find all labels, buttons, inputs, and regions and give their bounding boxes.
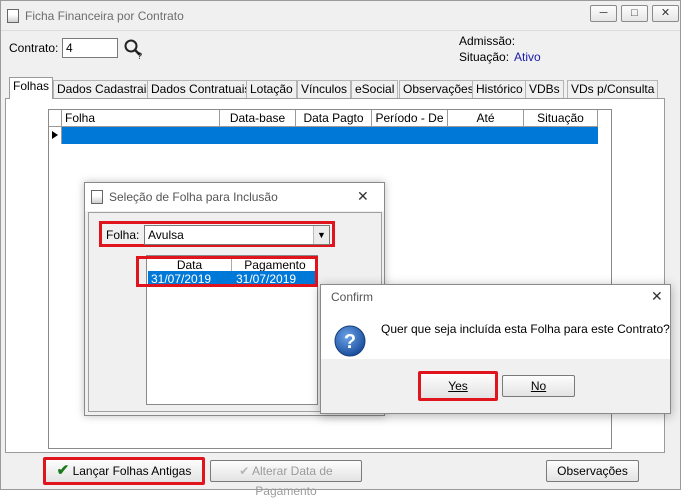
confirm-title: Confirm [331, 290, 374, 304]
grid-header-situacao[interactable]: Situação [524, 110, 598, 127]
grid-header-data-base[interactable]: Data-base [220, 110, 296, 127]
grid-header-data-pagto[interactable]: Data Pagto [296, 110, 372, 127]
tab-observacoes[interactable]: Observações [399, 80, 478, 98]
tab-lotacao[interactable]: Lotação [246, 80, 297, 98]
search-icon[interactable]: ? [123, 38, 145, 61]
yes-button[interactable]: Yes [418, 371, 498, 401]
grid-header-ate[interactable]: Até [448, 110, 524, 127]
tab-vinculos[interactable]: Vínculos [297, 80, 352, 98]
situacao-label: Situação: [459, 50, 510, 64]
tab-dados-cadastrais[interactable]: Dados Cadastrais [53, 80, 157, 98]
svg-text:?: ? [344, 331, 356, 353]
tab-dados-contratuais[interactable]: Dados Contratuais [147, 80, 255, 98]
question-icon: ? [334, 325, 366, 357]
folha-select[interactable]: Avulsa ▼ [144, 225, 330, 245]
contrato-input[interactable]: 4 [62, 38, 118, 58]
grid-header-periodo-de[interactable]: Período - De [372, 110, 448, 127]
tab-folhas[interactable]: Folhas [9, 77, 54, 99]
admissao-label: Admissão: [459, 34, 516, 48]
tab-historico[interactable]: Histórico [472, 80, 527, 98]
lancar-label: Lançar Folhas Antigas [72, 464, 192, 478]
observacoes-button[interactable]: Observações [546, 460, 639, 482]
checkmark-disabled-icon: ✔ [239, 464, 250, 478]
chevron-down-icon[interactable]: ▼ [313, 226, 329, 244]
alterar-label: Alterar Data de Pagamento [252, 464, 333, 498]
alterar-data-pagamento-button[interactable]: ✔ Alterar Data de Pagamento [210, 460, 362, 498]
row-indicator-arrow-icon [49, 127, 62, 144]
grid-row-indicator-header [49, 110, 62, 127]
folha-label: Folha: [106, 228, 140, 242]
checkmark-icon: ✔ [56, 462, 70, 479]
app-icon [7, 9, 19, 23]
contrato-label: Contrato: [9, 41, 59, 55]
grid-header-folha[interactable]: Folha [62, 110, 220, 127]
maximize-button[interactable]: □ [621, 5, 648, 22]
minimize-button[interactable]: ─ [590, 5, 617, 22]
tab-vdbs[interactable]: VDBs [525, 80, 564, 98]
no-button[interactable]: No [502, 375, 575, 397]
table-row[interactable] [62, 127, 598, 144]
close-icon[interactable]: ✕ [651, 288, 663, 305]
close-icon[interactable]: ✕ [357, 188, 369, 205]
close-button[interactable]: ✕ [652, 5, 679, 22]
tab-esocial[interactable]: eSocial [351, 80, 399, 98]
folha-select-value: Avulsa [148, 228, 184, 242]
confirm-message: Quer que seja incluída esta Folha para e… [381, 322, 670, 336]
tab-vds-consulta[interactable]: VDs p/Consulta [567, 80, 659, 98]
app-icon [91, 190, 103, 204]
situacao-value: Ativo [514, 50, 541, 64]
confirm-dialog: Confirm ✕ ? Quer que seja incluída esta … [320, 284, 671, 414]
lancar-folhas-antigas-button[interactable]: ✔ Lançar Folhas Antigas [43, 457, 205, 485]
dialog-title: Seleção de Folha para Inclusão [109, 190, 278, 204]
window-title: Ficha Financeira por Contrato [25, 9, 184, 23]
dialog-title-bar: Seleção de Folha para Inclusão ✕ [85, 183, 384, 211]
svg-text:?: ? [137, 51, 142, 60]
title-bar: Ficha Financeira por Contrato ─ □ ✕ [1, 1, 680, 31]
list-callout [136, 256, 318, 287]
